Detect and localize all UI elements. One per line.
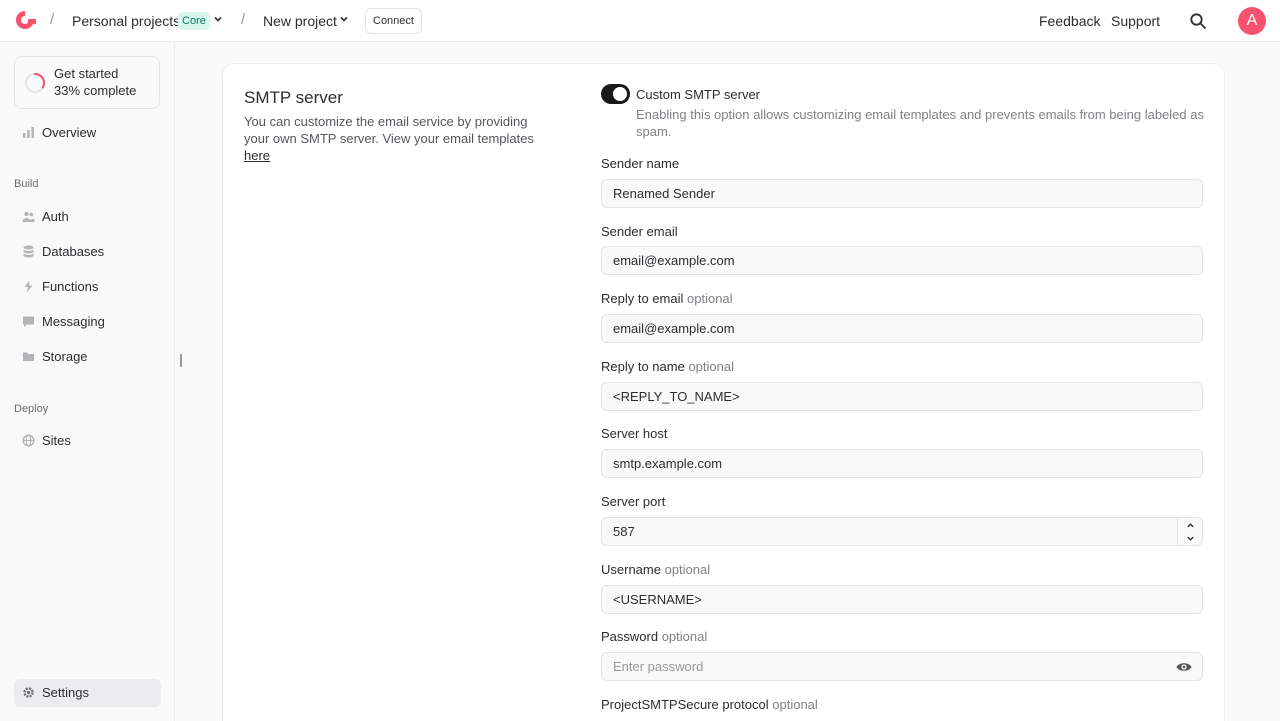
connect-button[interactable]: Connect — [365, 8, 422, 34]
port-stepper[interactable] — [1177, 518, 1202, 545]
sidebar-item-label: Messaging — [42, 314, 105, 329]
username-label: Username optional — [601, 562, 710, 577]
feedback-link[interactable]: Feedback — [1039, 13, 1100, 29]
sidebar-item-overview[interactable]: Overview — [14, 119, 160, 147]
input-value: Renamed Sender — [613, 186, 715, 201]
input-value: email@example.com — [613, 253, 735, 268]
label-text: Server host — [601, 426, 668, 441]
label-text: ProjectSMTPSecure protocol — [601, 697, 769, 712]
globe-icon — [22, 434, 35, 447]
users-icon — [22, 211, 35, 222]
optional-tag: optional — [688, 359, 734, 374]
input-value: 587 — [613, 524, 635, 539]
sender-name-input[interactable]: Renamed Sender — [601, 179, 1203, 208]
sender-email-label: Sender email — [601, 224, 678, 239]
optional-tag: optional — [772, 697, 818, 712]
label-text: Reply to email — [601, 291, 684, 306]
chevron-down-icon[interactable] — [213, 14, 223, 24]
sidebar-item-messaging[interactable]: Messaging — [14, 308, 160, 336]
server-port-label: Server port — [601, 494, 665, 509]
reply-to-name-label: Reply to name optional — [601, 359, 734, 374]
input-value: smtp.example.com — [613, 456, 723, 471]
sidebar-item-label: Overview — [42, 125, 97, 140]
email-templates-link[interactable]: here — [244, 148, 270, 163]
avatar[interactable]: A — [1238, 7, 1266, 35]
breadcrumb-separator: / — [241, 11, 246, 28]
server-port-input[interactable]: 587 — [601, 517, 1203, 546]
label-text: Sender email — [601, 224, 678, 239]
get-started-card[interactable]: Get started 33% complete — [14, 56, 160, 109]
server-host-label: Server host — [601, 426, 667, 441]
input-placeholder: Enter password — [613, 659, 704, 674]
sidebar-item-storage[interactable]: Storage — [14, 343, 160, 371]
custom-smtp-toggle-description: Enabling this option allows customizing … — [636, 107, 1204, 139]
password-label: Password optional — [601, 629, 707, 644]
breadcrumb-project[interactable]: New project — [263, 13, 337, 29]
bar-chart-icon — [23, 127, 34, 138]
label-text: Sender name — [601, 156, 680, 171]
sender-name-label: Sender name — [601, 156, 679, 171]
build-section-label: Build — [14, 178, 39, 190]
chevron-down-icon[interactable] — [1186, 534, 1195, 543]
sidebar-resize-handle[interactable] — [180, 354, 182, 367]
lightning-icon — [24, 280, 33, 293]
optional-tag: optional — [661, 629, 708, 644]
reply-to-name-input[interactable]: <REPLY_TO_NAME> — [601, 382, 1203, 411]
sidebar-item-label: Storage — [42, 349, 88, 364]
label-text: Username — [601, 562, 661, 577]
top-bar: / Personal projects Core / New project C… — [0, 0, 1280, 42]
sidebar-item-functions[interactable]: Functions — [14, 273, 160, 301]
label-text: Reply to name — [601, 359, 685, 374]
search-icon[interactable] — [1189, 12, 1207, 30]
database-icon — [23, 245, 34, 258]
label-text: Server port — [601, 494, 666, 509]
support-link[interactable]: Support — [1111, 13, 1160, 29]
progress-ring-icon — [25, 73, 45, 93]
input-value: email@example.com — [613, 321, 735, 336]
sidebar-item-label: Auth — [42, 209, 69, 224]
input-value: <USERNAME> — [613, 592, 702, 607]
username-input[interactable]: <USERNAME> — [601, 585, 1203, 614]
toggle-knob — [613, 87, 627, 101]
smtp-section-description: You can customize the email service by p… — [244, 113, 544, 164]
smtp-settings-card: SMTP server You can customize the email … — [222, 63, 1225, 721]
secure-protocol-label: ProjectSMTPSecure protocol optional — [601, 697, 818, 712]
folder-icon — [23, 352, 34, 361]
optional-tag: optional — [687, 291, 733, 306]
sender-email-input[interactable]: email@example.com — [601, 246, 1203, 275]
custom-smtp-toggle-label: Custom SMTP server — [636, 87, 761, 102]
breadcrumb-organization[interactable]: Personal projects — [72, 13, 180, 29]
sidebar-item-auth[interactable]: Auth — [14, 203, 160, 231]
input-value: <REPLY_TO_NAME> — [613, 389, 740, 404]
sidebar-item-label: Functions — [42, 279, 99, 294]
label-text: Password — [601, 629, 659, 644]
chevron-down-icon[interactable] — [339, 14, 349, 24]
eye-icon[interactable] — [1176, 660, 1192, 674]
chevron-up-icon[interactable] — [1186, 521, 1195, 530]
sidebar-item-label: Databases — [42, 244, 105, 259]
sidebar-item-sites[interactable]: Sites — [14, 427, 160, 455]
reply-to-email-label: Reply to email optional — [601, 291, 733, 306]
smtp-section-title: SMTP server — [244, 88, 343, 107]
sidebar-item-settings[interactable]: Settings — [14, 679, 161, 707]
custom-smtp-toggle[interactable] — [601, 84, 630, 104]
smtp-description-text: You can customize the email service by p… — [244, 114, 534, 146]
sidebar-item-databases[interactable]: Databases — [14, 238, 160, 266]
server-host-input[interactable]: smtp.example.com — [601, 449, 1203, 478]
gear-icon — [23, 687, 34, 698]
appwrite-logo-icon[interactable] — [13, 9, 37, 31]
sidebar: Get started 33% complete Overview Build … — [0, 42, 175, 721]
breadcrumb-separator: / — [50, 11, 55, 28]
reply-to-email-input[interactable]: email@example.com — [601, 314, 1203, 343]
message-icon — [23, 316, 34, 327]
optional-tag: optional — [664, 562, 711, 577]
get-started-progress: 33% complete — [54, 83, 137, 98]
sidebar-item-label: Settings — [42, 685, 89, 700]
deploy-section-label: Deploy — [14, 403, 49, 415]
plan-badge: Core — [178, 12, 210, 30]
get-started-title: Get started — [54, 66, 119, 81]
sidebar-item-label: Sites — [42, 433, 71, 448]
password-input[interactable]: Enter password — [601, 652, 1203, 681]
